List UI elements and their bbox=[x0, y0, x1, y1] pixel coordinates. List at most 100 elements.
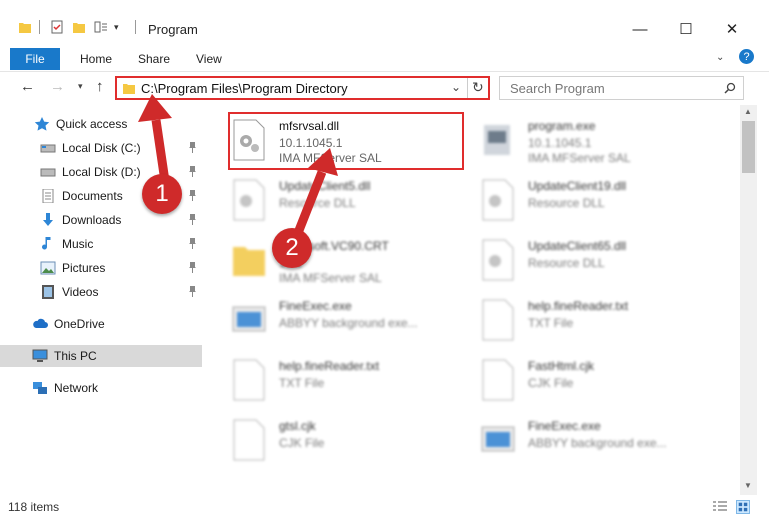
file-tile[interactable]: UpdateClient19.dll Resource DLL bbox=[480, 173, 720, 229]
sidebar-item-label: Quick access bbox=[56, 117, 128, 131]
address-bar[interactable]: C:\Program Files\Program Directory ⌄ ↻ bbox=[115, 76, 490, 100]
sidebar-item-downloads[interactable]: Downloads bbox=[0, 209, 202, 231]
search-input[interactable]: Search Program bbox=[510, 81, 605, 96]
minimize-button[interactable]: — bbox=[617, 14, 663, 44]
pin-icon[interactable] bbox=[189, 190, 196, 201]
file-name: FineExec.exe bbox=[528, 419, 601, 433]
callout-badge-1: 1 bbox=[142, 174, 182, 214]
maximize-button[interactable]: ☐ bbox=[663, 14, 709, 44]
tab-view[interactable]: View bbox=[196, 52, 222, 66]
file-tile[interactable]: UpdateClient5.dll Resource DLL bbox=[231, 173, 471, 229]
star-icon bbox=[34, 117, 50, 131]
exe-window-icon bbox=[481, 426, 515, 452]
file-tile-program-exe[interactable]: program.exe 10.1.1045.1 IMA MFServer SAL bbox=[480, 113, 720, 169]
close-button[interactable]: ✕ bbox=[709, 14, 755, 44]
network-icon bbox=[33, 382, 47, 394]
sidebar-item-onedrive[interactable]: OneDrive bbox=[0, 313, 202, 335]
chevron-down-icon[interactable]: ▾ bbox=[114, 22, 119, 33]
address-row: ← → ▾ ↑ C:\Program Files\Program Directo… bbox=[0, 72, 769, 104]
address-path: C:\Program Files\Program Directory bbox=[141, 81, 348, 96]
pin-icon[interactable] bbox=[189, 262, 196, 273]
help-icon[interactable]: ? bbox=[739, 49, 754, 64]
file-tile[interactable]: gtsl.cjk CJK File bbox=[231, 413, 471, 469]
file-tile[interactable]: FastHtml.cjk CJK File bbox=[480, 353, 720, 409]
sidebar-item-videos[interactable]: Videos bbox=[0, 281, 202, 303]
pin-icon[interactable] bbox=[189, 286, 196, 297]
pin-icon[interactable] bbox=[189, 166, 196, 177]
sidebar-item-this-pc[interactable]: This PC bbox=[0, 345, 202, 367]
file-name: FineExec.exe bbox=[279, 299, 352, 313]
file-icon bbox=[482, 359, 514, 401]
folder-icon bbox=[19, 23, 31, 33]
file-type: TXT File bbox=[279, 376, 325, 390]
scroll-down-icon[interactable]: ▼ bbox=[744, 481, 752, 490]
file-tile[interactable]: help.fineReader.txt TXT File bbox=[231, 353, 471, 409]
scroll-thumb[interactable] bbox=[742, 121, 755, 173]
file-type: TXT File bbox=[528, 316, 574, 330]
file-type: Resource DLL bbox=[528, 196, 605, 210]
scroll-up-icon[interactable]: ▲ bbox=[744, 107, 752, 116]
cloud-icon bbox=[33, 318, 48, 328]
exe-icon bbox=[484, 125, 510, 155]
sidebar-item-quick-access[interactable]: Quick access bbox=[0, 113, 202, 135]
file-type: Resource DLL bbox=[279, 196, 356, 210]
pin-icon[interactable] bbox=[189, 238, 196, 249]
tab-file[interactable]: File bbox=[10, 48, 60, 70]
window-title: Program bbox=[148, 22, 198, 37]
file-tile[interactable]: FineExec.exe ABBYY background exe... bbox=[480, 413, 720, 469]
new-folder-icon[interactable] bbox=[72, 20, 86, 34]
file-tile[interactable]: Microsoft.VC90.CRT 10.1 IMA MFServer SAL bbox=[231, 233, 471, 289]
title-bar: ▾ Program — ☐ ✕ bbox=[0, 0, 769, 40]
sidebar-item-pictures[interactable]: Pictures bbox=[0, 257, 202, 279]
dll-gear-icon bbox=[482, 239, 514, 281]
chevron-down-icon[interactable]: ▾ bbox=[78, 81, 83, 92]
minimize-icon: — bbox=[632, 20, 648, 38]
text-file-icon bbox=[233, 359, 265, 401]
separator bbox=[135, 20, 136, 34]
back-arrow-icon[interactable]: ← bbox=[20, 78, 35, 95]
forward-arrow-icon[interactable]: → bbox=[50, 78, 65, 95]
sidebar-item-music[interactable]: Music bbox=[0, 233, 202, 255]
properties-icon[interactable] bbox=[50, 20, 64, 34]
search-box[interactable]: Search Program bbox=[499, 76, 744, 100]
file-type: ABBYY background exe... bbox=[528, 436, 667, 450]
tab-share[interactable]: Share bbox=[138, 52, 170, 66]
sidebar-item-label: Network bbox=[54, 381, 99, 395]
sidebar-item-label: This PC bbox=[54, 349, 97, 363]
drive-icon bbox=[40, 144, 56, 153]
download-arrow-icon bbox=[43, 213, 53, 226]
sidebar-item-label: Local Disk (C:) bbox=[62, 141, 141, 155]
customize-icon[interactable] bbox=[94, 20, 108, 34]
file-tile[interactable]: UpdateClient65.dll Resource DLL bbox=[480, 233, 720, 289]
separator bbox=[467, 78, 468, 98]
navigation-pane: Quick access Local Disk (C:) Local Disk … bbox=[0, 105, 205, 495]
up-arrow-icon[interactable]: ↑ bbox=[96, 78, 104, 95]
file-tile[interactable]: help.fineReader.txt TXT File bbox=[480, 293, 720, 349]
status-bar: 118 items bbox=[0, 495, 769, 525]
file-tile[interactable]: FineExec.exe ABBYY background exe... bbox=[231, 293, 471, 349]
pictures-icon bbox=[40, 261, 56, 275]
search-icon[interactable] bbox=[724, 82, 736, 94]
tab-home[interactable]: Home bbox=[80, 52, 112, 66]
tiles-view-icon[interactable] bbox=[736, 500, 750, 514]
folder-icon bbox=[123, 84, 135, 94]
pin-icon[interactable] bbox=[189, 214, 196, 225]
film-icon bbox=[42, 285, 54, 299]
vertical-scrollbar[interactable]: ▲ ▼ bbox=[740, 105, 757, 495]
file-name: UpdateClient5.dll bbox=[279, 179, 371, 193]
details-view-icon[interactable] bbox=[713, 501, 727, 513]
maximize-icon: ☐ bbox=[679, 21, 693, 38]
sidebar-item-label: Videos bbox=[62, 285, 99, 299]
sidebar-item-local-disk-c[interactable]: Local Disk (C:) bbox=[0, 137, 202, 159]
drive-icon bbox=[40, 168, 56, 177]
sidebar-item-label: Pictures bbox=[62, 261, 106, 275]
sidebar-item-label: Music bbox=[62, 237, 94, 251]
chevron-down-icon[interactable]: ⌄ bbox=[716, 52, 724, 63]
file-description: IMA MFServer SAL bbox=[279, 271, 382, 285]
pin-icon[interactable] bbox=[189, 142, 196, 153]
file-name: help.fineReader.txt bbox=[528, 299, 629, 313]
refresh-icon[interactable]: ↻ bbox=[472, 79, 484, 96]
chevron-down-icon[interactable]: ⌄ bbox=[451, 80, 461, 94]
file-name: gtsl.cjk bbox=[279, 419, 316, 433]
sidebar-item-network[interactable]: Network bbox=[0, 377, 202, 399]
